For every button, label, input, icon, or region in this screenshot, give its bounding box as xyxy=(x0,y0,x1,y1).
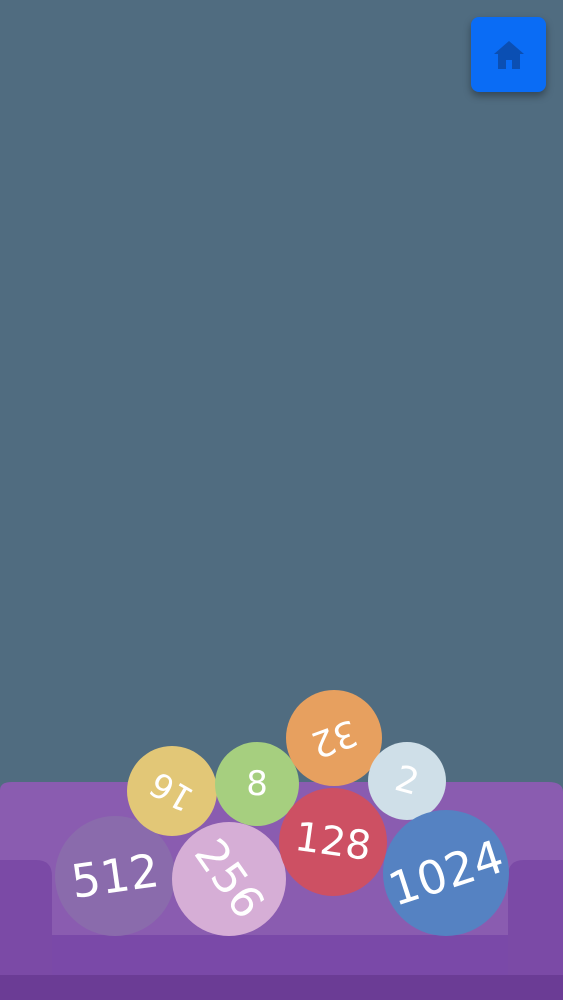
ball-8[interactable]: 8 xyxy=(215,742,299,826)
ball-label: 8 xyxy=(246,764,268,804)
ball-16[interactable]: 16 xyxy=(127,746,217,836)
ball-32[interactable]: 32 xyxy=(286,690,382,786)
home-button[interactable] xyxy=(471,17,546,92)
home-icon xyxy=(493,40,524,69)
sofa-seat xyxy=(40,935,530,975)
ball-2[interactable]: 2 xyxy=(368,742,446,820)
ball-1024[interactable]: 1024 xyxy=(382,810,510,936)
ball-128[interactable]: 128 xyxy=(279,788,387,896)
sofa-base xyxy=(0,975,563,1000)
game-stage[interactable]: 512 25616 8 3212821024 xyxy=(0,0,563,1000)
ball-256[interactable]: 256 xyxy=(172,822,286,936)
ball-512[interactable]: 512 xyxy=(55,816,175,936)
